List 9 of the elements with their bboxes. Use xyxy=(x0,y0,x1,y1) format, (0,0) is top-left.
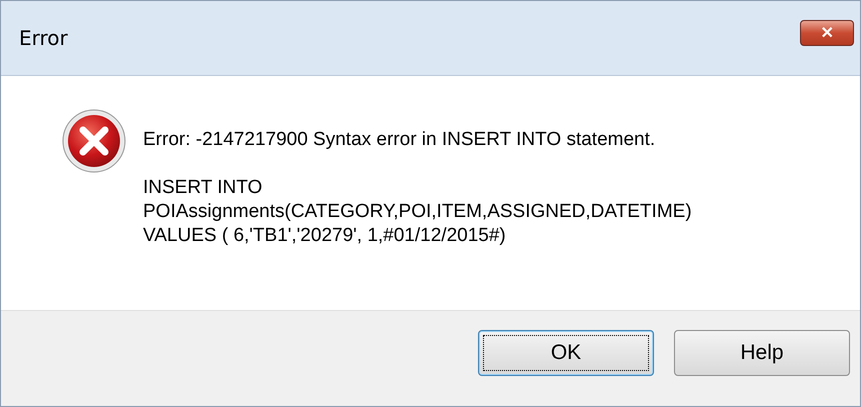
error-headline: Error: -2147217900 Syntax error in INSERT INTO statement. xyxy=(143,128,656,152)
error-message-line: VALUES ( 6,'TB1','20279', 1,#01/12/2015#) xyxy=(143,224,507,248)
help-button[interactable]: Help xyxy=(674,330,850,376)
window-title: Error xyxy=(19,26,68,50)
ok-button[interactable]: OK xyxy=(478,330,654,376)
error-message-line: INSERT INTO xyxy=(143,176,264,200)
error-message-line: POIAssignments(CATEGORY,POI,ITEM,ASSIGNED,DATETIME) xyxy=(143,200,692,224)
error-icon xyxy=(61,108,127,174)
close-button[interactable]: ✕ xyxy=(800,20,854,46)
